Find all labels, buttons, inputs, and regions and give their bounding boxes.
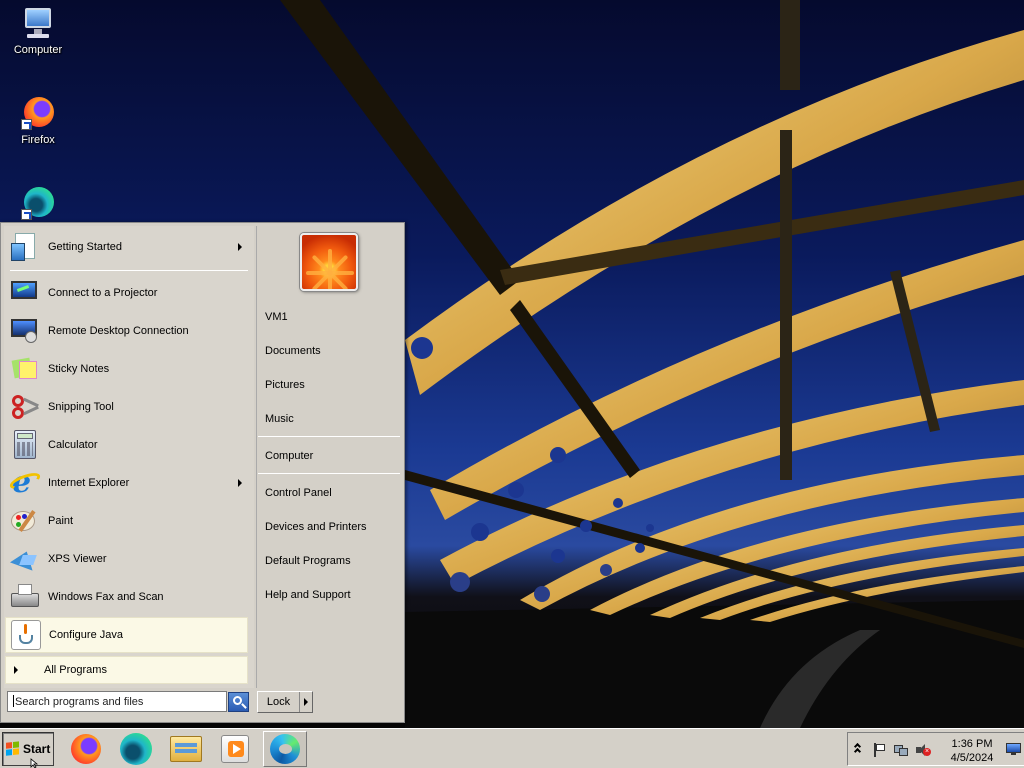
desktop-icon-computer[interactable]: Computer: [0, 6, 76, 56]
taskbar: Start × 1:36 PM 4/5/2024: [0, 728, 1024, 768]
program-paint[interactable]: Paint: [5, 503, 248, 539]
program-xps-viewer[interactable]: XPS Viewer: [5, 541, 248, 577]
network-icon[interactable]: [894, 743, 908, 757]
show-hidden-icons-button[interactable]: [853, 741, 864, 757]
program-snipping-tool[interactable]: Snipping Tool: [5, 389, 248, 425]
taskbar-edge[interactable]: [263, 731, 307, 767]
fax-icon: [9, 581, 41, 613]
computer-icon: [21, 6, 55, 40]
media-player-icon: [221, 735, 249, 763]
program-getting-started[interactable]: Getting Started: [5, 229, 248, 265]
place-devices-printers[interactable]: Devices and Printers: [265, 521, 367, 533]
separator: [258, 473, 400, 474]
xps-viewer-icon: [9, 543, 41, 575]
desktop-icon-firefox[interactable]: Firefox: [0, 96, 76, 146]
getting-started-icon: [9, 231, 41, 263]
user-picture-flower[interactable]: [300, 233, 358, 291]
desktop-icon-label: Firefox: [21, 134, 55, 146]
clock-time: 1:36 PM: [951, 738, 993, 750]
scissors-icon: [9, 391, 41, 423]
calculator-icon: [9, 429, 41, 461]
desktop-icon-label: Computer: [13, 44, 63, 56]
submenu-arrow-icon: [238, 479, 242, 487]
place-pictures[interactable]: Pictures: [265, 379, 305, 391]
program-fax-scan[interactable]: Windows Fax and Scan: [5, 579, 248, 615]
program-calculator[interactable]: Calculator: [5, 427, 248, 463]
places-list: VM1 Documents Pictures Music Computer Co…: [255, 225, 402, 687]
text-cursor: [13, 695, 14, 707]
program-internet-explorer[interactable]: e Internet Explorer: [5, 465, 248, 501]
place-music[interactable]: Music: [265, 413, 294, 425]
place-computer[interactable]: Computer: [265, 450, 313, 462]
taskbar-explorer[interactable]: [164, 731, 208, 767]
separator: [258, 436, 400, 437]
mouse-cursor-icon: [30, 758, 39, 768]
place-default-programs[interactable]: Default Programs: [265, 555, 351, 567]
sticky-notes-icon: [9, 353, 41, 385]
clock-date: 4/5/2024: [950, 752, 994, 764]
firefox-icon: [21, 96, 55, 130]
clock[interactable]: 1:36 PM 4/5/2024: [946, 737, 998, 765]
place-control-panel[interactable]: Control Panel: [265, 487, 332, 499]
volume-muted-icon[interactable]: ×: [916, 743, 931, 757]
lock-button[interactable]: Lock: [257, 691, 313, 713]
edge-shortcut-icon: [21, 186, 55, 220]
submenu-arrow-icon: [238, 243, 242, 251]
folder-icon: [170, 736, 202, 762]
edge-beta-icon: [120, 733, 152, 765]
program-remote-desktop[interactable]: Remote Desktop Connection: [5, 313, 248, 349]
taskbar-firefox[interactable]: [64, 731, 108, 767]
search-input[interactable]: Search programs and files: [7, 691, 227, 712]
search-button[interactable]: [228, 692, 249, 712]
projector-icon: [9, 277, 41, 309]
all-programs-button[interactable]: All Programs: [5, 656, 248, 684]
paint-palette-icon: [9, 505, 41, 537]
windows-logo-icon: [6, 741, 20, 756]
edge-icon: [270, 734, 300, 764]
java-icon: [10, 619, 42, 651]
lock-options-arrow-icon[interactable]: [304, 698, 308, 706]
program-connect-projector[interactable]: Connect to a Projector: [5, 275, 248, 311]
remote-desktop-icon: [9, 315, 41, 347]
action-center-flag-icon[interactable]: [872, 743, 886, 757]
place-documents[interactable]: Documents: [265, 345, 321, 357]
place-user-folder[interactable]: VM1: [265, 311, 288, 323]
system-tray: × 1:36 PM 4/5/2024: [847, 732, 1024, 766]
taskbar-media-player[interactable]: [213, 731, 257, 767]
program-configure-java[interactable]: Configure Java: [5, 617, 248, 653]
ie-icon: e: [7, 467, 43, 499]
show-desktop-button[interactable]: [1006, 742, 1022, 756]
arrow-right-icon: [14, 666, 18, 674]
place-help-support[interactable]: Help and Support: [265, 589, 351, 601]
firefox-icon: [71, 734, 101, 764]
program-sticky-notes[interactable]: Sticky Notes: [5, 351, 248, 387]
separator: [10, 270, 248, 271]
start-menu-content: Getting Started Connect to a Projector R…: [0, 222, 405, 723]
taskbar-edge-beta[interactable]: [114, 731, 158, 767]
start-button[interactable]: Start: [2, 732, 54, 766]
desktop-icon-edge-shortcut[interactable]: [0, 186, 76, 224]
